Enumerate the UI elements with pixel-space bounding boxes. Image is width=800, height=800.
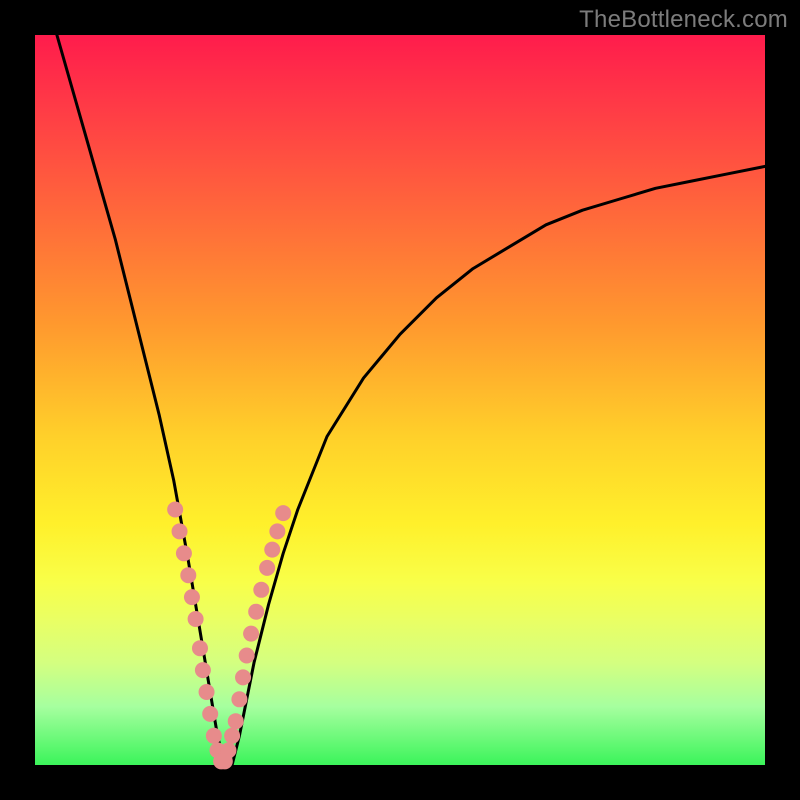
highlight-dot: [195, 662, 211, 678]
highlight-dot: [231, 691, 247, 707]
highlight-dot: [259, 560, 275, 576]
highlight-dot: [235, 669, 251, 685]
highlight-dot: [167, 502, 183, 518]
highlight-dot: [264, 542, 280, 558]
watermark-text: TheBottleneck.com: [579, 6, 788, 34]
highlight-dot: [172, 523, 188, 539]
highlight-dot: [228, 713, 244, 729]
highlight-dot: [224, 728, 240, 744]
highlight-dot: [248, 604, 264, 620]
highlight-dot: [269, 523, 285, 539]
highlight-dot: [192, 640, 208, 656]
highlight-dot: [206, 728, 222, 744]
highlight-dot: [275, 505, 291, 521]
bottleneck-curve: [57, 35, 765, 765]
highlight-dot: [188, 611, 204, 627]
highlight-dot: [243, 626, 259, 642]
highlight-dot: [253, 582, 269, 598]
highlight-dot: [239, 648, 255, 664]
chart-frame: TheBottleneck.com: [0, 0, 800, 800]
highlight-dot: [176, 545, 192, 561]
highlight-dot: [202, 706, 218, 722]
highlight-dot: [220, 742, 236, 758]
curve-svg: [35, 35, 765, 765]
highlight-dot: [180, 567, 196, 583]
highlight-dot: [199, 684, 215, 700]
plot-area: [35, 35, 765, 765]
highlight-dot: [184, 589, 200, 605]
